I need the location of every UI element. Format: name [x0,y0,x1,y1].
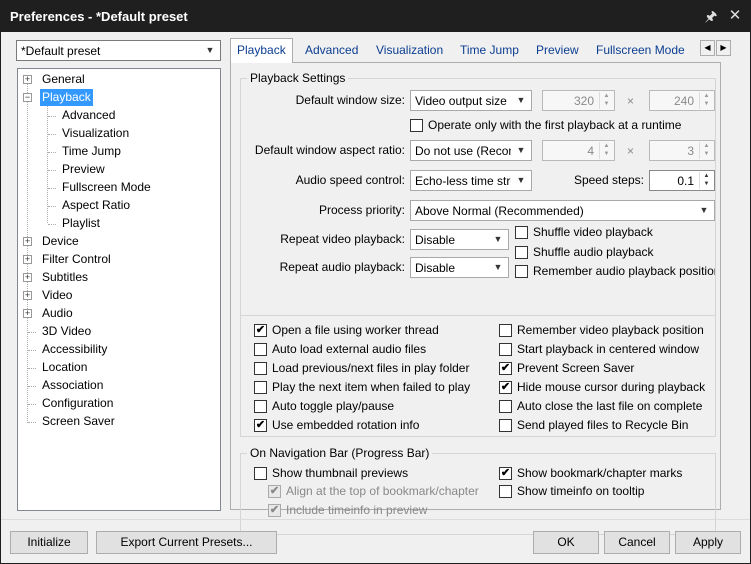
checkbox-box[interactable] [515,246,528,259]
tab-playback[interactable]: Playback [230,38,293,63]
checkbox-box[interactable] [410,119,423,132]
checkbox-box[interactable] [254,362,267,375]
speed-steps-label: Speed steps: [573,173,644,187]
repeat-video-select[interactable]: Disable ▼ [410,229,509,250]
chevron-down-icon: ▼ [516,145,526,155]
tab-scroll-right-icon[interactable]: ▶ [716,40,731,56]
checkbox-box[interactable] [254,400,267,413]
title-bar: Preferences - *Default preset 🖈︎ ✕ [0,0,751,32]
preferences-client: *Default preset ▼ + General − Playback A… [1,32,750,563]
tab-preview[interactable]: Preview [536,40,579,62]
aspect-ratio-select[interactable]: Do not use (Recom ▼ [410,140,532,161]
expand-icon[interactable]: + [23,75,32,84]
checkbox-box[interactable] [254,381,267,394]
navigation-bar-title: On Navigation Bar (Progress Bar) [247,446,433,460]
chevron-down-icon: ▼ [516,95,526,105]
window-size-label: Default window size: [295,93,405,107]
tab-scroll-left-icon[interactable]: ◀ [700,40,715,56]
process-priority-select[interactable]: Above Normal (Recommended) ▼ [410,200,715,221]
tab-fullscreen-mode[interactable]: Fullscreen Mode [596,40,685,62]
chevron-down-icon: ▼ [493,262,503,272]
apply-button[interactable]: Apply [675,531,741,554]
initialize-button[interactable]: Initialize [10,531,88,554]
speed-steps-spinner[interactable]: 0.1 ▲ ▼ [649,170,715,191]
checkbox-box[interactable] [515,226,528,239]
checkbox-box[interactable] [254,467,267,480]
chevron-down-icon: ▼ [205,45,215,55]
checkbox-box[interactable] [499,324,512,337]
options-group: ✔ Open a file using worker thread Auto loa… [240,315,716,437]
pin-icon[interactable]: 🖈︎ [700,6,722,26]
chevron-down-icon: ▼ [493,234,503,244]
repeat-audio-select[interactable]: Disable ▼ [410,257,509,278]
chevron-down-icon: ▼ [699,205,709,215]
checkbox-box[interactable]: ✔ [499,362,512,375]
expand-icon[interactable]: + [23,309,32,318]
window-height-spinner[interactable]: 240 ▲ ▼ [649,90,715,111]
expand-icon[interactable]: + [23,291,32,300]
window-title: Preferences - *Default preset [10,9,188,24]
window-width-spinner[interactable]: 320 ▲ ▼ [542,90,615,111]
repeat-video-label: Repeat video playback: [280,232,405,246]
checkbox-box[interactable] [254,343,267,356]
expand-icon[interactable]: + [23,237,32,246]
aspect-h-spinner[interactable]: 3 ▲ ▼ [649,140,715,161]
cancel-button[interactable]: Cancel [604,531,670,554]
tree-line [27,79,28,423]
checkbox-box[interactable] [499,485,512,498]
chevron-down-icon: ▼ [516,175,526,185]
playback-panel: Playback Settings Default window size: V… [230,62,721,535]
times-icon: × [627,144,635,158]
tab-visualization[interactable]: Visualization [376,40,443,62]
window-size-select[interactable]: Video output size ▼ [410,90,532,111]
audio-speed-label: Audio speed control: [295,173,405,187]
expand-icon[interactable]: + [23,273,32,282]
checkbox-box[interactable]: ✔ [268,504,281,517]
aspect-ratio-label: Default window aspect ratio: [254,143,405,157]
playback-settings-title: Playback Settings [247,71,349,85]
footer-divider [1,519,750,520]
navigation-bar-group: On Navigation Bar (Progress Bar) Show th… [240,446,716,535]
expand-icon[interactable]: + [23,255,32,264]
checkbox-box[interactable] [515,265,528,278]
checkbox-box[interactable]: ✔ [499,381,512,394]
collapse-icon[interactable]: − [23,93,32,102]
repeat-audio-label: Repeat audio playback: [279,260,405,274]
preset-select-value: *Default preset [21,44,101,58]
process-priority-label: Process priority: [318,203,405,217]
playback-settings-group: Playback Settings Default window size: V… [240,71,716,316]
aspect-w-spinner[interactable]: 4 ▲ ▼ [542,140,615,161]
remember-audio-checkbox[interactable]: Remember audio playback position [515,263,715,280]
preset-select[interactable]: *Default preset ▼ [16,40,221,61]
checkbox-box[interactable]: ✔ [254,419,267,432]
checkbox-box[interactable] [499,419,512,432]
checkbox-box[interactable]: ✔ [254,324,267,337]
category-tree[interactable]: + General − Playback Advanced Visualizat… [17,68,221,511]
export-presets-button[interactable]: Export Current Presets... [96,531,277,554]
ok-button[interactable]: OK [533,531,599,554]
times-icon: × [627,94,635,108]
checkbox-box[interactable] [499,343,512,356]
checkbox-box[interactable]: ✔ [268,485,281,498]
audio-speed-select[interactable]: Echo-less time stre ▼ [410,170,532,191]
tab-advanced[interactable]: Advanced [305,40,358,62]
checkbox-box[interactable]: ✔ [499,467,512,480]
tab-time-jump[interactable]: Time Jump [460,40,519,62]
close-icon[interactable]: ✕ [724,6,746,26]
checkbox-box[interactable] [499,400,512,413]
